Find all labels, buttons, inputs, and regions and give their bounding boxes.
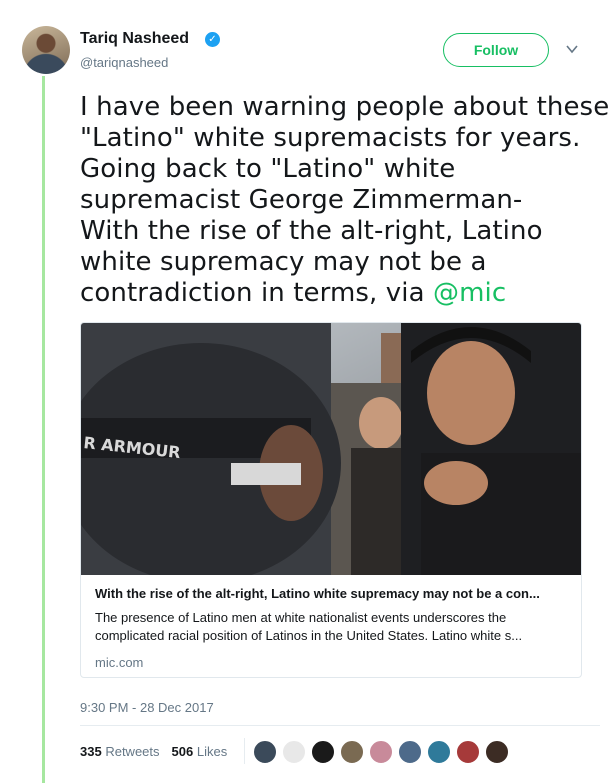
card-domain: mic.com	[95, 655, 144, 670]
mention-link[interactable]: @mic	[433, 278, 506, 308]
likes-count[interactable]: 506	[172, 744, 194, 759]
liker-avatar[interactable]	[369, 740, 393, 764]
tweet-line-text: contradiction in terms, via	[80, 278, 433, 308]
tweet-line: contradiction in terms, via @mic	[80, 278, 600, 309]
card-description-line: The presence of Latino men at white nati…	[95, 610, 507, 625]
tweet-line: With the rise of the alt-right, Latino	[80, 216, 543, 246]
card-image[interactable]: R ARMOUR	[81, 323, 581, 575]
card-description-line: complicated racial position of Latinos i…	[95, 628, 523, 643]
liker-avatar[interactable]	[253, 740, 277, 764]
liker-avatar[interactable]	[340, 740, 364, 764]
tweet-line: I have been warning people about these	[80, 92, 610, 122]
tweet-stats: 335 Retweets 506 Likes	[80, 744, 227, 759]
author-handle[interactable]: @tariqnasheed	[80, 55, 168, 70]
tweet-text: I have been warning people about these "…	[80, 92, 610, 309]
card-description: The presence of Latino men at white nati…	[95, 609, 569, 645]
link-card[interactable]: R ARMOUR With the rise of the alt-right,…	[80, 322, 582, 678]
tweet-timestamp[interactable]: 9:30 PM - 28 Dec 2017	[80, 700, 214, 715]
liker-avatar[interactable]	[485, 740, 509, 764]
retweets-label[interactable]: Retweets	[105, 744, 159, 759]
follow-button[interactable]: Follow	[443, 33, 549, 67]
card-body: With the rise of the alt-right, Latino w…	[95, 585, 569, 670]
stats-separator	[244, 738, 245, 764]
tweet-line: "Latino" white supremacists for years.	[80, 123, 581, 153]
thread-line	[42, 76, 45, 783]
card-title[interactable]: With the rise of the alt-right, Latino w…	[95, 585, 569, 603]
liker-avatar[interactable]	[456, 740, 480, 764]
author-avatar[interactable]	[22, 26, 70, 74]
liker-avatar[interactable]	[427, 740, 451, 764]
stats-divider	[80, 725, 600, 726]
verified-badge-icon: ✓	[205, 32, 220, 47]
tweet-line: white supremacy may not be a	[80, 247, 487, 277]
author-name[interactable]: Tariq Nasheed	[80, 30, 189, 48]
liker-avatar[interactable]	[398, 740, 422, 764]
liker-avatar[interactable]	[311, 740, 335, 764]
chevron-down-icon[interactable]	[565, 42, 579, 56]
liker-avatar[interactable]	[282, 740, 306, 764]
retweets-count[interactable]: 335	[80, 744, 102, 759]
likes-label[interactable]: Likes	[197, 744, 227, 759]
tweet-line: Going back to "Latino" white	[80, 154, 456, 184]
tweet-line: supremacist George Zimmerman-	[80, 185, 523, 215]
